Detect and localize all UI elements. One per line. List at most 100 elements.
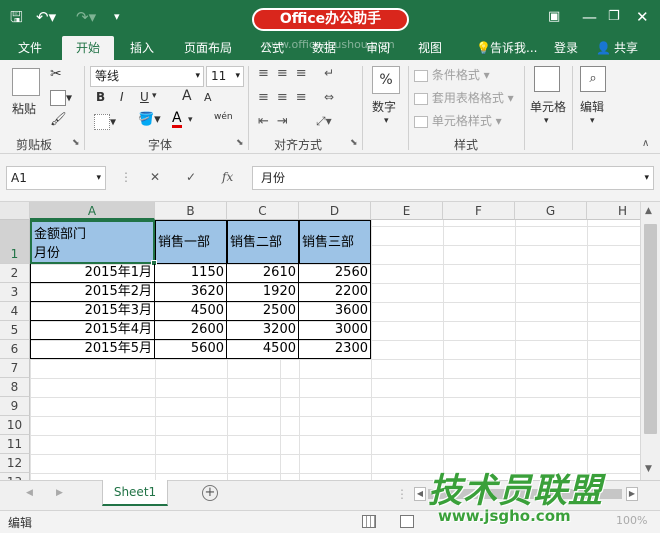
cell-b3[interactable]: 3620 — [155, 283, 227, 302]
font-color-dropdown-icon[interactable]: ▾ — [188, 115, 193, 125]
merge-center-icon[interactable]: ⇔ — [324, 90, 334, 104]
column-header-a[interactable]: A — [30, 202, 155, 220]
row-header[interactable]: 6 — [0, 340, 30, 359]
row-header[interactable]: 11 — [0, 435, 30, 454]
cell-d1[interactable]: 销售三部 — [299, 220, 371, 264]
cell-a4[interactable]: 2015年3月 — [30, 302, 155, 321]
number-dropdown-icon[interactable]: ▾ — [384, 116, 389, 126]
enter-icon[interactable]: ✓ — [186, 168, 196, 187]
tab-review[interactable]: 审阅 — [360, 36, 396, 60]
column-header-c[interactable]: C — [227, 202, 299, 220]
row-header[interactable]: 12 — [0, 454, 30, 473]
cell-c4[interactable]: 2500 — [227, 302, 299, 321]
row-header[interactable]: 5 — [0, 321, 30, 340]
conditional-format-button[interactable]: 条件格式 ▾ — [414, 66, 490, 83]
column-header-h[interactable]: H — [587, 202, 640, 220]
close-icon[interactable]: ✕ — [636, 6, 649, 28]
row-header[interactable]: 3 — [0, 283, 30, 302]
font-launcher-icon[interactable]: ⬊ — [236, 138, 244, 148]
cells-button[interactable]: 单元格 — [530, 98, 566, 115]
tab-split-handle-icon[interactable]: ⋮ — [396, 487, 408, 501]
page-layout-view-icon[interactable] — [400, 515, 414, 528]
cell-b1[interactable]: 销售一部 — [155, 220, 227, 264]
row-header[interactable]: 7 — [0, 359, 30, 378]
grow-font-button[interactable]: A — [182, 88, 192, 104]
tab-insert[interactable]: 插入 — [124, 36, 160, 60]
tab-view[interactable]: 视图 — [412, 36, 448, 60]
row-header[interactable]: 4 — [0, 302, 30, 321]
cell-styles-button[interactable]: 单元格样式 ▾ — [414, 112, 502, 129]
cell-c1[interactable]: 销售二部 — [227, 220, 299, 264]
indent-icons[interactable]: ⇤⇥ — [258, 114, 296, 129]
format-as-table-button[interactable]: 套用表格格式 ▾ — [414, 89, 514, 106]
cells-dropdown-icon[interactable]: ▾ — [544, 116, 549, 126]
copy-icon[interactable]: ▾ — [50, 90, 72, 106]
ribbon-display-icon[interactable]: ▣ — [548, 6, 560, 28]
scroll-down-icon[interactable]: ▼ — [645, 464, 652, 474]
sheet-tab-sheet1[interactable]: Sheet1 — [102, 480, 168, 506]
cell-b5[interactable]: 2600 — [155, 321, 227, 340]
cancel-icon[interactable]: ✕ — [150, 168, 160, 187]
cell-d2[interactable]: 2560 — [299, 264, 371, 283]
login-link[interactable]: 登录 — [548, 36, 584, 60]
add-sheet-icon[interactable]: + — [202, 485, 218, 501]
editing-dropdown-icon[interactable]: ▾ — [590, 116, 595, 126]
vertical-scroll-thumb[interactable] — [644, 224, 657, 434]
customize-toolbar-icon[interactable]: ▾ — [114, 6, 120, 28]
row-header[interactable]: 1 — [0, 220, 30, 264]
redo-icon[interactable]: ↷▾ — [76, 6, 96, 28]
paste-icon[interactable] — [12, 68, 40, 96]
border-icon[interactable]: ▾ — [94, 114, 116, 130]
prev-sheet-icon[interactable]: ◀ — [26, 488, 33, 498]
font-size-select[interactable]: 11 ▾ — [206, 66, 244, 87]
select-all-corner[interactable] — [0, 202, 30, 220]
cell-a6[interactable]: 2015年5月 — [30, 340, 155, 359]
phonetic-button[interactable]: wén — [214, 112, 233, 122]
scroll-left-icon[interactable]: ◀ — [414, 487, 426, 501]
cell-a3[interactable]: 2015年2月 — [30, 283, 155, 302]
cell-d4[interactable]: 3600 — [299, 302, 371, 321]
cell-b2[interactable]: 1150 — [155, 264, 227, 283]
column-header-b[interactable]: B — [155, 202, 227, 220]
tab-page-layout[interactable]: 页面布局 — [178, 36, 238, 60]
row-header[interactable]: 8 — [0, 378, 30, 397]
cut-icon[interactable]: ✂ — [50, 66, 62, 82]
tab-file[interactable]: 文件 — [12, 36, 48, 60]
tab-formulas[interactable]: 公式 — [254, 36, 290, 60]
tab-home[interactable]: 开始 — [62, 36, 114, 60]
cells-icon[interactable] — [534, 66, 560, 92]
normal-view-icon[interactable] — [362, 515, 376, 528]
cell-a5[interactable]: 2015年4月 — [30, 321, 155, 340]
worksheet-grid[interactable]: A B C D E F G H 1 2 3 4 5 6 7 8 9 10 11 … — [0, 202, 640, 480]
orientation-icon[interactable]: ⤢▾ — [316, 114, 332, 129]
cell-c6[interactable]: 4500 — [227, 340, 299, 359]
row-header[interactable]: 9 — [0, 397, 30, 416]
column-header-e[interactable]: E — [371, 202, 443, 220]
collapse-ribbon-icon[interactable]: ∧ — [642, 138, 649, 149]
save-icon[interactable]: 🖫 — [10, 6, 23, 28]
editing-button[interactable]: 编辑 — [580, 98, 604, 115]
tell-me-box[interactable]: 告诉我... — [484, 36, 543, 60]
row-header[interactable]: 2 — [0, 264, 30, 283]
percent-icon[interactable]: % — [372, 66, 400, 94]
cell-c2[interactable]: 2610 — [227, 264, 299, 283]
bold-button[interactable]: B — [96, 90, 105, 104]
format-painter-icon[interactable]: 🖌 — [50, 112, 67, 127]
font-color-button[interactable]: A — [172, 111, 182, 128]
cell-b6[interactable]: 5600 — [155, 340, 227, 359]
paste-button[interactable]: 粘贴 — [12, 100, 36, 117]
underline-button[interactable]: U — [140, 90, 149, 104]
row-header[interactable]: 13 — [0, 473, 30, 480]
column-header-g[interactable]: G — [515, 202, 587, 220]
cell-c3[interactable]: 1920 — [227, 283, 299, 302]
cell-b4[interactable]: 4500 — [155, 302, 227, 321]
underline-dropdown-icon[interactable]: ▾ — [152, 91, 157, 101]
wrap-text-icon[interactable]: ↵ — [324, 66, 334, 80]
cell-d5[interactable]: 3000 — [299, 321, 371, 340]
tab-data[interactable]: 数据 — [306, 36, 342, 60]
italic-button[interactable]: I — [120, 90, 124, 104]
formula-input[interactable]: 月份 ▾ — [252, 166, 654, 190]
cell-a1[interactable]: 金额部门 月份 — [30, 220, 155, 264]
number-button[interactable]: 数字 — [372, 98, 396, 115]
restore-icon[interactable]: ❐ — [608, 6, 620, 28]
